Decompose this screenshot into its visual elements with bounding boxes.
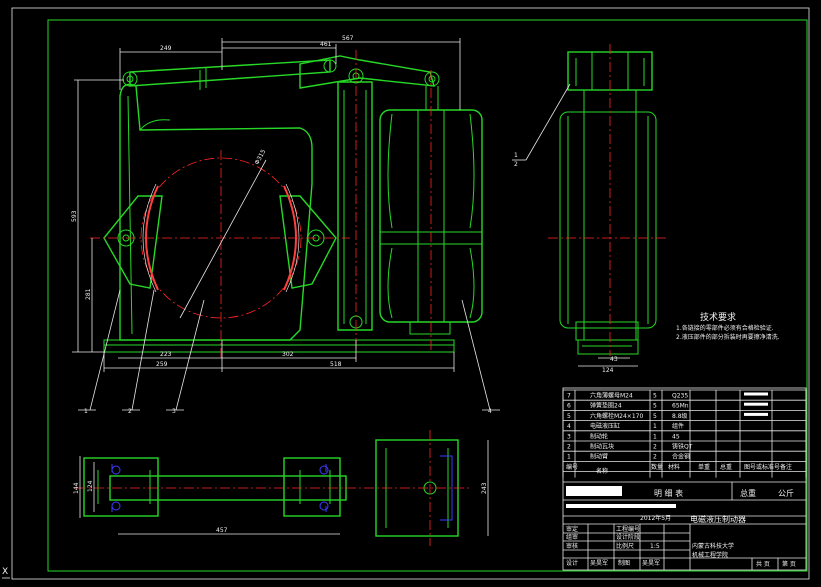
drawing-date: 2012年5月: [640, 514, 671, 522]
top-view: 144 124 457 243: [73, 430, 489, 546]
dim-43: 43: [610, 356, 618, 363]
dim-243: 243: [481, 482, 488, 494]
tech-line-2: 2.液压部件的部分拆装时再要擦净清洗.: [676, 333, 780, 341]
bom-row-qty: 1: [653, 423, 657, 430]
dim-281: 281: [85, 288, 92, 300]
bom-row-name: 电磁液压缸: [590, 422, 620, 430]
leader-2: 2: [128, 408, 132, 415]
college-name: 机械工程学院: [692, 551, 728, 559]
bom-row-material: 合金钢: [672, 453, 690, 461]
bom-row-qty: 5: [653, 413, 657, 420]
bom-row-no: 6: [567, 403, 571, 410]
bom-row-name: 制动臂: [590, 453, 608, 461]
school-name: 内蒙古科技大学: [692, 542, 734, 550]
bom-row-material: 组件: [672, 422, 684, 430]
name-a: 吴昊军: [590, 560, 608, 567]
name-b: 吴昊军: [642, 560, 660, 567]
bom-header-name: 名称: [596, 467, 608, 475]
bom-header-std: 图号或标准号: [744, 463, 780, 471]
side-view: 1 2 43 124: [512, 44, 666, 374]
front-view: Φ315 249 461 567 593 281 223 302 259 518: [71, 35, 500, 415]
leader-4: 4: [488, 408, 492, 415]
total-weight-label: 总重: [740, 488, 756, 498]
drawing-title: 电磁液压制动器: [690, 514, 746, 524]
stage-label: 工程编号: [616, 525, 640, 533]
dim-461: 461: [320, 41, 332, 48]
role-3: 审核: [566, 542, 578, 550]
role-2: 组审: [566, 533, 578, 541]
leader-3: 3: [172, 408, 176, 415]
scale-value: 1:5: [650, 543, 660, 550]
bom-row-qty: 5: [653, 403, 657, 410]
bom-header-weight: 单重: [698, 463, 710, 471]
tech-title: 技术要求: [700, 311, 736, 323]
bom-header-material: 材料: [668, 463, 680, 471]
base-plate: [103, 339, 455, 353]
dim-302: 302: [282, 351, 294, 358]
bom-row-material: Q235: [672, 393, 688, 400]
bom-row-qty: 1: [653, 433, 657, 440]
tech-line-1: 1.各链接的零部件必须有合格检验证.: [676, 324, 774, 332]
bom-row-name: 弹簧垫圈24: [590, 402, 622, 410]
list-title: 明 细 表: [654, 488, 683, 498]
bom-row-no: 1: [567, 454, 571, 461]
bom-row-material: 8.8级: [672, 412, 688, 420]
dim-593: 593: [71, 210, 78, 222]
bom-row-material: 65Mn: [672, 403, 689, 410]
bom-header-total: 总重: [720, 463, 732, 471]
dim-124b: 124: [87, 480, 94, 492]
right-shoe-bracket: [279, 195, 337, 289]
dim-223: 223: [160, 351, 172, 358]
right-arm: [337, 81, 373, 331]
bom-std-bar: [744, 412, 768, 416]
bom-row-no: 3: [567, 433, 571, 440]
role-1: 审定: [566, 525, 578, 533]
bom-std-bar: [744, 402, 768, 406]
weight-unit: 公斤: [778, 488, 794, 498]
role-4: 设计: [566, 559, 578, 567]
bom-std-bar: [744, 392, 768, 396]
bom-row-name: 六角薄螺母M24: [590, 392, 633, 400]
bom-row-no: 2: [567, 444, 571, 451]
bom-row-no: 4: [567, 423, 571, 430]
dim-518: 518: [330, 361, 342, 368]
bom-row-name: 六角螺栓M24×170: [590, 412, 643, 420]
bom-row-no: 7: [567, 393, 571, 400]
dim-144: 144: [73, 482, 80, 494]
technical-requirements: 技术要求 1.各链接的零部件必须有合格检验证. 2.液压部件的部分拆装时再要擦净…: [676, 311, 780, 341]
bom-table: 7 六角薄螺母M24 5 Q235 6 弹簧垫圈24 5 65Mn 5 六角螺栓M24×170 5 8…: [562, 389, 807, 478]
sheet-total: 共 页: [756, 560, 770, 568]
design-stage-label: 设计阶段: [616, 533, 640, 541]
side-leader-2: 2: [514, 161, 518, 168]
ucs-x-label: X: [2, 567, 8, 577]
bom-row-qty: 2: [653, 454, 657, 461]
dim-259: 259: [156, 361, 168, 368]
bom-row-material: 铸铁QT: [672, 443, 693, 451]
role-5: 制图: [618, 559, 630, 567]
dim-124: 124: [602, 367, 614, 374]
bom-header-note: 备注: [780, 463, 792, 471]
bom-row-qty: 2: [653, 444, 657, 451]
dim-249: 249: [160, 45, 172, 52]
dim-457: 457: [216, 527, 228, 534]
side-leader-1: 1: [514, 152, 518, 159]
bom-row-material: 45: [672, 433, 680, 440]
dim-315: Φ315: [254, 148, 268, 166]
scale-label: 比例尺: [616, 542, 634, 550]
bom-row-no: 5: [567, 413, 571, 420]
dim-567: 567: [342, 35, 354, 42]
leader-1: 1: [84, 408, 88, 415]
cad-drawing: Φ315 249 461 567 593 281 223 302 259 518: [2, 7, 810, 580]
bom-row-qty: 5: [653, 393, 657, 400]
bom-header-qty: 数量: [651, 463, 663, 471]
bom-header-no: 编号: [566, 463, 578, 471]
bom-row-name: 制动瓦块: [590, 443, 614, 451]
bom-row-name: 制动轮: [590, 432, 608, 440]
sheet-number: 第 页: [782, 560, 796, 568]
